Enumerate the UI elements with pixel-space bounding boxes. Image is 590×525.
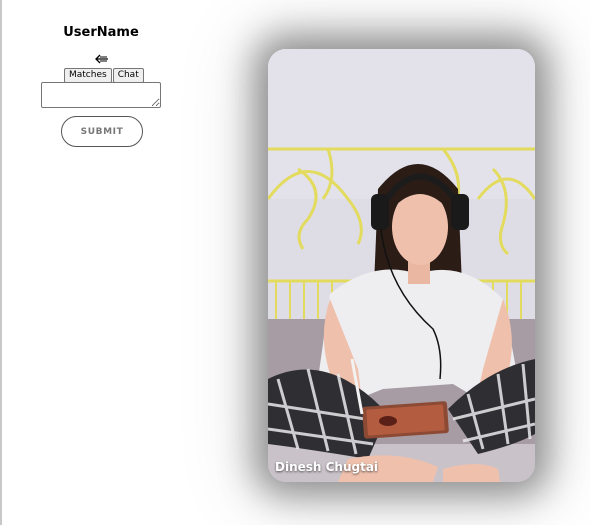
- tab-bar: Matches Chat: [64, 68, 144, 83]
- tab-chat[interactable]: Chat: [112, 68, 144, 83]
- profile-photo: [268, 49, 535, 482]
- card-name-label: Dinesh Chugtai: [275, 460, 379, 474]
- message-input[interactable]: [41, 82, 161, 108]
- profile-card[interactable]: Dinesh Chugtai: [268, 49, 535, 482]
- username-heading: UserName: [63, 25, 139, 40]
- card-stage: Dinesh Chugtai: [222, 0, 590, 525]
- submit-button[interactable]: SUBMIT: [61, 116, 143, 147]
- tab-matches[interactable]: Matches: [64, 68, 112, 83]
- back-arrow-icon[interactable]: [95, 53, 109, 65]
- sidebar: UserName Matches Chat SUBMIT: [2, 0, 200, 525]
